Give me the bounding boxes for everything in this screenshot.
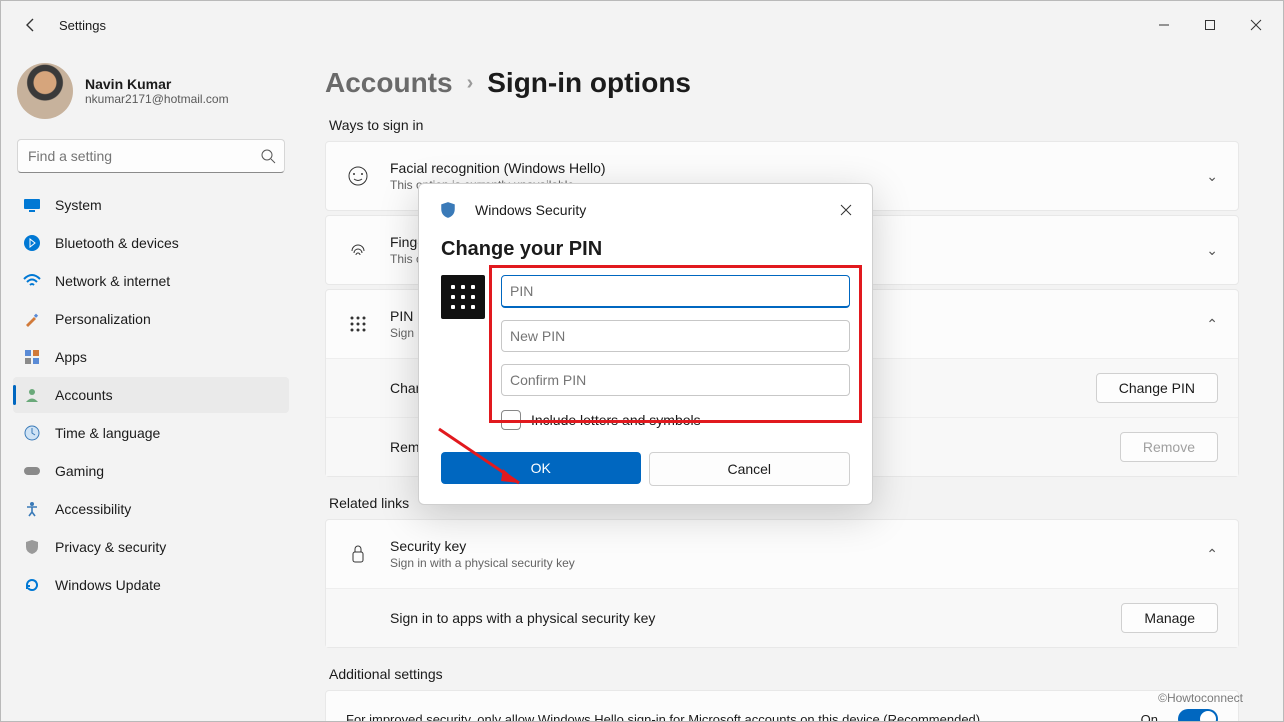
close-button[interactable] xyxy=(1233,9,1279,41)
accessibility-icon xyxy=(23,500,41,518)
fingerprint-icon xyxy=(346,239,370,261)
close-icon xyxy=(840,204,852,216)
security-shield-icon xyxy=(439,201,457,219)
chevron-right-icon: › xyxy=(467,72,474,95)
nav-bluetooth[interactable]: Bluetooth & devices xyxy=(13,225,289,261)
nav-network[interactable]: Network & internet xyxy=(13,263,289,299)
profile-name: Navin Kumar xyxy=(85,76,229,92)
clock-globe-icon xyxy=(23,424,41,442)
display-icon xyxy=(23,196,41,214)
gamepad-icon xyxy=(23,462,41,480)
watermark: ©Howtoconnect xyxy=(1158,691,1243,705)
maximize-icon xyxy=(1204,19,1216,31)
profile-email: nkumar2171@hotmail.com xyxy=(85,92,229,106)
security-key-row: Security key Sign in with a physical secu… xyxy=(325,519,1239,648)
nav-label: Personalization xyxy=(55,311,151,327)
sidebar: Navin Kumar nkumar2171@hotmail.com Syste… xyxy=(1,49,301,721)
ok-button[interactable]: OK xyxy=(441,452,641,484)
nav-apps[interactable]: Apps xyxy=(13,339,289,375)
chevron-up-icon: ⌃ xyxy=(1206,316,1218,333)
update-icon xyxy=(23,576,41,594)
nav-label: Accounts xyxy=(55,387,113,403)
nav-label: Apps xyxy=(55,349,87,365)
nav-label: Network & internet xyxy=(55,273,170,289)
titlebar: Settings xyxy=(1,1,1283,49)
change-pin-button[interactable]: Change PIN xyxy=(1096,373,1218,403)
face-icon xyxy=(346,165,370,187)
person-icon xyxy=(23,386,41,404)
nav-update[interactable]: Windows Update xyxy=(13,567,289,603)
windows-security-dialog: Windows Security Change your PIN Include… xyxy=(418,183,873,505)
nav-label: Windows Update xyxy=(55,577,161,593)
search-icon xyxy=(260,148,276,164)
new-pin-input[interactable] xyxy=(501,320,850,352)
search-box[interactable] xyxy=(17,139,285,173)
shield-icon xyxy=(23,538,41,556)
window-title: Settings xyxy=(59,18,106,33)
row-title: Security key xyxy=(390,538,1186,554)
cancel-button[interactable]: Cancel xyxy=(649,452,851,486)
subrow-label: Sign in to apps with a physical security… xyxy=(390,610,1101,626)
dialog-close-button[interactable] xyxy=(828,196,864,224)
keypad-icon xyxy=(441,275,485,319)
nav-time[interactable]: Time & language xyxy=(13,415,289,451)
wifi-icon xyxy=(23,272,41,290)
nav: System Bluetooth & devices Network & int… xyxy=(13,187,289,603)
maximize-button[interactable] xyxy=(1187,9,1233,41)
security-key-header-row[interactable]: Security key Sign in with a physical secu… xyxy=(326,520,1238,588)
nav-label: Gaming xyxy=(55,463,104,479)
row-title: For improved security, only allow Window… xyxy=(346,712,1121,722)
toggle-label: On xyxy=(1141,712,1158,722)
current-pin-input[interactable] xyxy=(501,275,850,308)
nav-gaming[interactable]: Gaming xyxy=(13,453,289,489)
close-icon xyxy=(1250,19,1262,31)
nav-label: Time & language xyxy=(55,425,160,441)
breadcrumb: Accounts › Sign-in options xyxy=(325,67,1239,99)
bluetooth-icon xyxy=(23,234,41,252)
back-button[interactable] xyxy=(13,7,49,43)
chevron-up-icon: ⌃ xyxy=(1206,546,1218,563)
search-input[interactable] xyxy=(26,147,260,165)
nav-label: Privacy & security xyxy=(55,539,166,555)
chevron-down-icon: ⌄ xyxy=(1206,242,1218,259)
confirm-pin-input[interactable] xyxy=(501,364,850,396)
manage-button[interactable]: Manage xyxy=(1121,603,1218,633)
nav-label: Bluetooth & devices xyxy=(55,235,179,251)
additional-row: For improved security, only allow Window… xyxy=(325,690,1239,721)
row-sub: Sign in with a physical security key xyxy=(390,556,1186,570)
avatar xyxy=(17,63,73,119)
chevron-down-icon: ⌄ xyxy=(1206,168,1218,185)
profile[interactable]: Navin Kumar nkumar2171@hotmail.com xyxy=(17,63,285,119)
row-title: Facial recognition (Windows Hello) xyxy=(390,160,1186,176)
toggle-switch[interactable] xyxy=(1178,709,1218,721)
breadcrumb-root[interactable]: Accounts xyxy=(325,67,453,99)
nav-label: Accessibility xyxy=(55,501,131,517)
nav-accessibility[interactable]: Accessibility xyxy=(13,491,289,527)
nav-label: System xyxy=(55,197,102,213)
apps-icon xyxy=(23,348,41,366)
nav-privacy[interactable]: Privacy & security xyxy=(13,529,289,565)
ways-to-sign-in-header: Ways to sign in xyxy=(329,117,1235,133)
minimize-icon xyxy=(1158,19,1170,31)
manage-key-subrow: Sign in to apps with a physical security… xyxy=(326,588,1238,647)
nav-personalization[interactable]: Personalization xyxy=(13,301,289,337)
include-letters-label: Include letters and symbols xyxy=(531,412,701,428)
nav-accounts[interactable]: Accounts xyxy=(13,377,289,413)
include-letters-checkbox[interactable] xyxy=(501,410,521,430)
arrow-left-icon xyxy=(23,17,39,33)
keypad-icon xyxy=(346,314,370,334)
paintbrush-icon xyxy=(23,310,41,328)
nav-system[interactable]: System xyxy=(13,187,289,223)
dialog-app-name: Windows Security xyxy=(475,202,586,218)
additional-settings-header: Additional settings xyxy=(329,666,1235,682)
dialog-heading: Change your PIN xyxy=(441,238,850,261)
minimize-button[interactable] xyxy=(1141,9,1187,41)
key-icon xyxy=(346,543,370,565)
breadcrumb-leaf: Sign-in options xyxy=(487,67,691,99)
remove-pin-button[interactable]: Remove xyxy=(1120,432,1218,462)
